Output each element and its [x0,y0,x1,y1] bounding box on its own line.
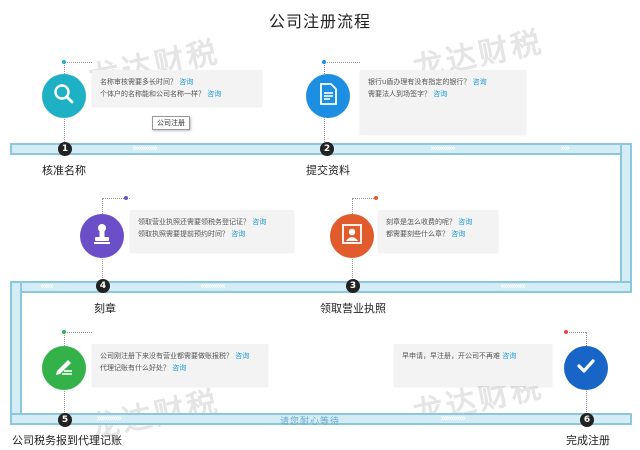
faq-item: 刻章是怎么收费的呢？ 咨询 [386,218,473,226]
ask-link[interactable]: 咨询 [235,352,249,360]
step-3-number: 3 [346,279,360,293]
connector-dot [564,330,568,334]
faq-item: 早申请，早注册，开公司不再难 咨询 [402,352,517,360]
connector-line [64,332,92,333]
tooltip: 公司注册 [152,116,190,130]
step-2-faq-card: 银行u盾办理有没有指定的银行？ 咨询 需要法人到场签字？ 咨询 [360,70,526,134]
ask-link[interactable]: 咨询 [252,218,266,226]
flow-pipe-left [10,281,22,425]
faq-item: 都需要刻些什么章？ 咨询 [386,230,466,238]
faq-item: 名称审核需要多长时间？ 咨询 [100,78,194,86]
faq-item: 需要法人到场签字？ 咨询 [368,90,448,98]
ask-link[interactable]: 咨询 [172,364,186,372]
connector-line [324,62,360,63]
connector-dot [62,330,66,334]
license-portrait-icon [341,223,363,249]
connector-line [64,62,92,63]
chevron-left-icon: ‹‹‹‹‹‹‹‹‹‹‹‹ [500,281,526,292]
ask-link[interactable]: 咨询 [179,78,193,86]
chevron-left-icon: ‹‹‹‹‹‹ [40,281,54,292]
step-1-faq-card: 名称审核需要多长时间？ 咨询 个体户的名称能和公司名称一样？ 咨询 [92,70,262,106]
faq-item: 个体户的名称能和公司名称一样？ 咨询 [100,90,222,98]
faq-item: 代理记账有什么好处？ 咨询 [100,364,187,372]
step-2-icon-circle [306,74,350,118]
document-icon [317,82,339,110]
step-1-number: 1 [58,142,72,156]
faq-item: 领取营业执照还需要领税务登记证？ 咨询 [138,218,267,226]
faq-item: 领取执照需要提前预约时间？ 咨询 [138,230,246,238]
connector-dot [374,196,378,200]
step-6-number: 6 [580,413,594,427]
step-2-label: 提交资料 [306,164,350,177]
ask-link[interactable]: 咨询 [451,230,465,238]
chevron-right-icon: ›››››››››››› [96,413,122,424]
step-4-number: 4 [96,279,110,293]
flow-pipe-right [620,143,632,293]
step-6-icon-circle [564,346,608,390]
step-1-icon-circle [42,74,86,118]
connector-dot [322,60,326,64]
ask-link[interactable]: 咨询 [458,218,472,226]
chevron-right-icon: ›››››››››››› [440,413,466,424]
step-1-label: 核准名称 [42,164,86,177]
checkmark-icon [574,354,598,382]
chevron-right-icon: ›››››››››››› [132,143,158,154]
search-icon [52,82,76,110]
step-4-icon-circle [80,214,124,258]
faq-item: 公司刚注册下来没有营业都需要做账报税？ 咨询 [100,352,250,360]
stamp-icon [91,222,113,250]
step-4-faq-card: 领取营业执照还需要领税务登记证？ 咨询 领取执照需要提前预约时间？ 咨询 [130,210,294,252]
ask-link[interactable]: 咨询 [502,352,516,360]
step-3-icon-circle [330,214,374,258]
step-5-number: 5 [58,413,72,427]
connector-dot [124,196,128,200]
step-5-label: 公司税务报到代理记账 [12,434,122,447]
step-3-faq-card: 刻章是怎么收费的呢？ 咨询 都需要刻些什么章？ 咨询 [378,210,498,252]
connector-dot [62,60,66,64]
ask-link[interactable]: 咨询 [207,90,221,98]
pen-icon [52,354,76,382]
wait-notice: 请您耐心等待 [280,417,341,427]
step-5-faq-card: 公司刚注册下来没有营业都需要做账报税？ 咨询 代理记账有什么好处？ 咨询 [92,344,268,386]
chevron-right-icon: ›››› [560,143,570,154]
step-6-faq-card: 早申请，早注册，开公司不再难 咨询 [394,344,552,386]
ask-link[interactable]: 咨询 [433,90,447,98]
step-2-number: 2 [320,142,334,156]
page-title: 公司注册流程 [268,12,371,31]
ask-link[interactable]: 咨询 [473,78,487,86]
step-5-icon-circle [42,346,86,390]
faq-item: 银行u盾办理有没有指定的银行？ 咨询 [368,78,487,86]
step-4-label: 刻章 [94,302,116,315]
step-3-label: 领取营业执照 [320,302,386,315]
chevron-left-icon: ‹‹‹‹‹‹‹‹‹‹‹‹ [200,281,226,292]
chevron-right-icon: ›››››››››››› [430,143,456,154]
ask-link[interactable]: 咨询 [231,230,245,238]
step-6-label: 完成注册 [566,434,610,447]
connector-line [566,332,586,333]
